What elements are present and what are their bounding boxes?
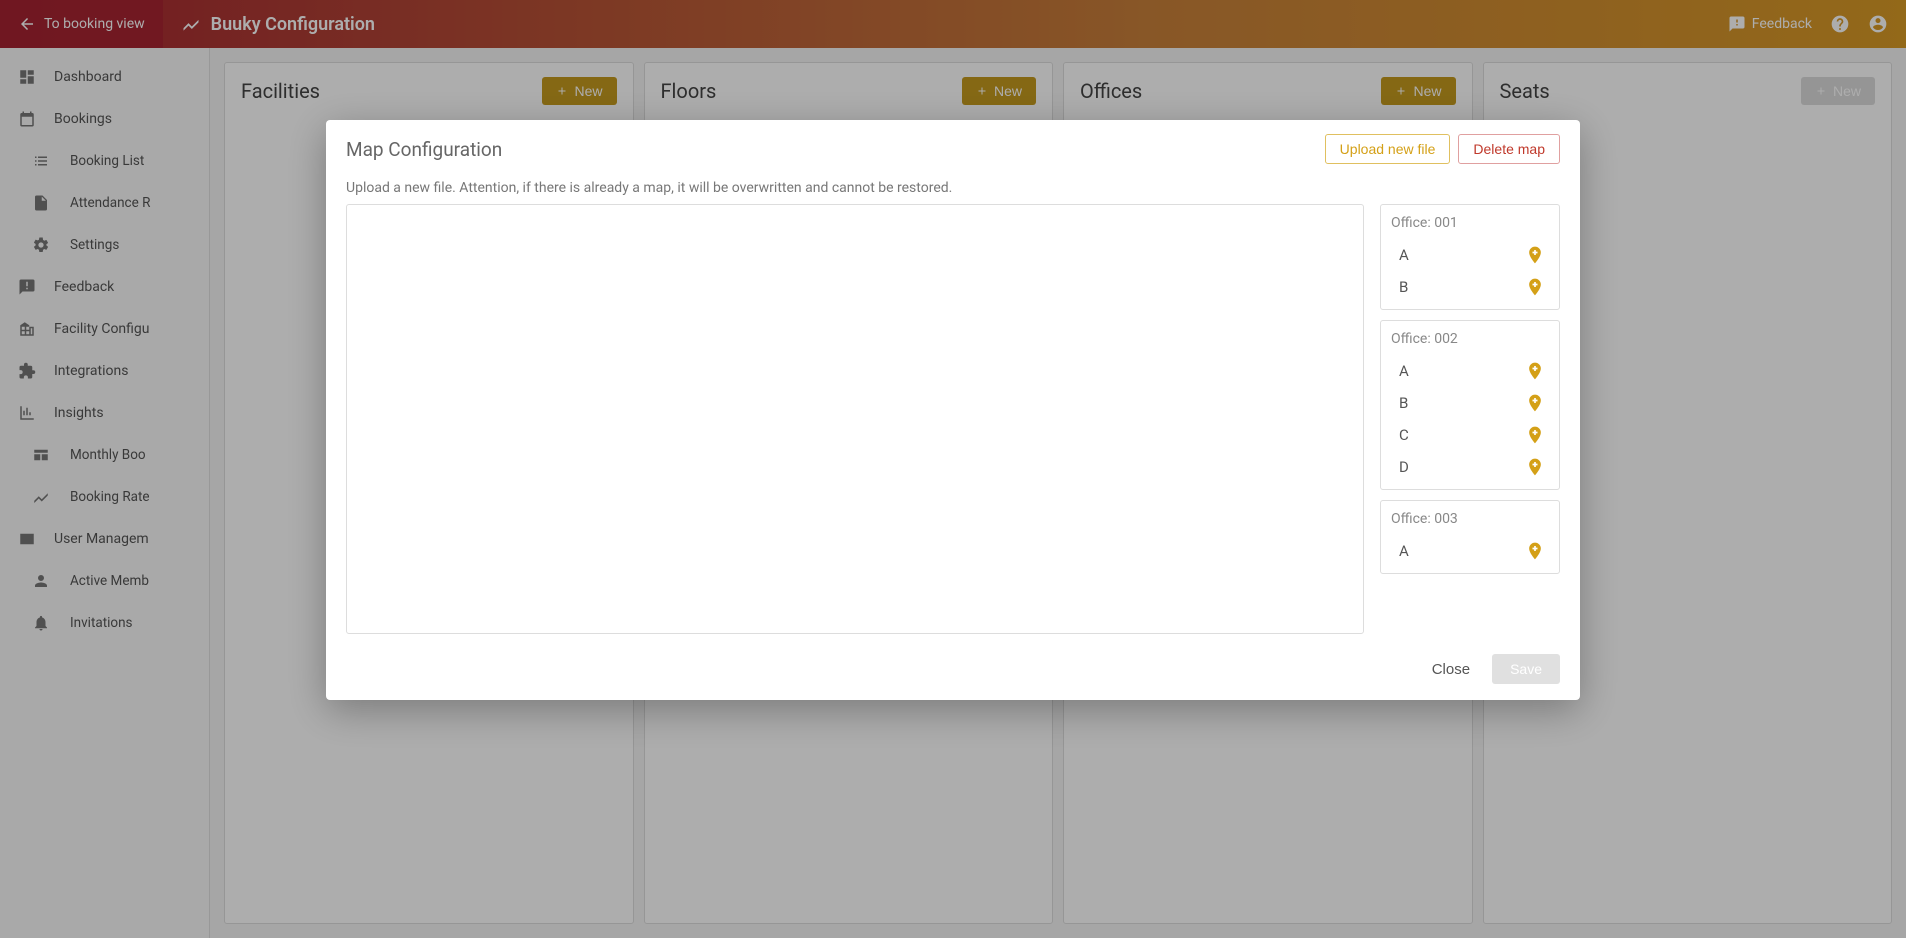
office-card: Office: 002 ABCD [1380, 320, 1560, 490]
add-seat-pin-button[interactable] [1525, 361, 1545, 381]
close-button[interactable]: Close [1424, 655, 1478, 684]
office-title: Office: 001 [1391, 215, 1549, 231]
seat-label: C [1399, 426, 1409, 444]
seat-row: B [1391, 271, 1549, 303]
add-seat-pin-button[interactable] [1525, 277, 1545, 297]
add-seat-pin-button[interactable] [1525, 425, 1545, 445]
modal-overlay[interactable]: Map Configuration Upload new file Delete… [0, 0, 1906, 938]
add-pin-icon [1525, 393, 1545, 413]
add-pin-icon [1525, 277, 1545, 297]
office-title: Office: 003 [1391, 511, 1549, 527]
add-seat-pin-button[interactable] [1525, 457, 1545, 477]
add-pin-icon [1525, 541, 1545, 561]
add-seat-pin-button[interactable] [1525, 393, 1545, 413]
office-list: Office: 001ABOffice: 002ABCDOffice: 003A [1380, 204, 1560, 634]
seat-label: A [1399, 362, 1409, 380]
seat-row: B [1391, 387, 1549, 419]
delete-map-button[interactable]: Delete map [1458, 134, 1560, 164]
seat-row: A [1391, 355, 1549, 387]
add-pin-icon [1525, 245, 1545, 265]
seat-label: B [1399, 394, 1408, 412]
save-button: Save [1492, 654, 1560, 684]
add-seat-pin-button[interactable] [1525, 541, 1545, 561]
seat-row: A [1391, 239, 1549, 271]
add-pin-icon [1525, 361, 1545, 381]
map-canvas[interactable] [346, 204, 1364, 634]
seat-label: A [1399, 542, 1409, 560]
seat-label: A [1399, 246, 1409, 264]
seat-label: B [1399, 278, 1408, 296]
map-configuration-modal: Map Configuration Upload new file Delete… [326, 120, 1580, 700]
modal-title: Map Configuration [346, 138, 502, 161]
seat-label: D [1399, 458, 1409, 476]
office-card: Office: 003 A [1380, 500, 1560, 574]
add-pin-icon [1525, 425, 1545, 445]
seat-row: A [1391, 535, 1549, 567]
modal-subtitle: Upload a new file. Attention, if there i… [326, 170, 1580, 204]
upload-new-file-button[interactable]: Upload new file [1325, 134, 1451, 164]
seat-row: C [1391, 419, 1549, 451]
office-title: Office: 002 [1391, 331, 1549, 347]
seat-row: D [1391, 451, 1549, 483]
office-card: Office: 001 AB [1380, 204, 1560, 310]
add-pin-icon [1525, 457, 1545, 477]
add-seat-pin-button[interactable] [1525, 245, 1545, 265]
